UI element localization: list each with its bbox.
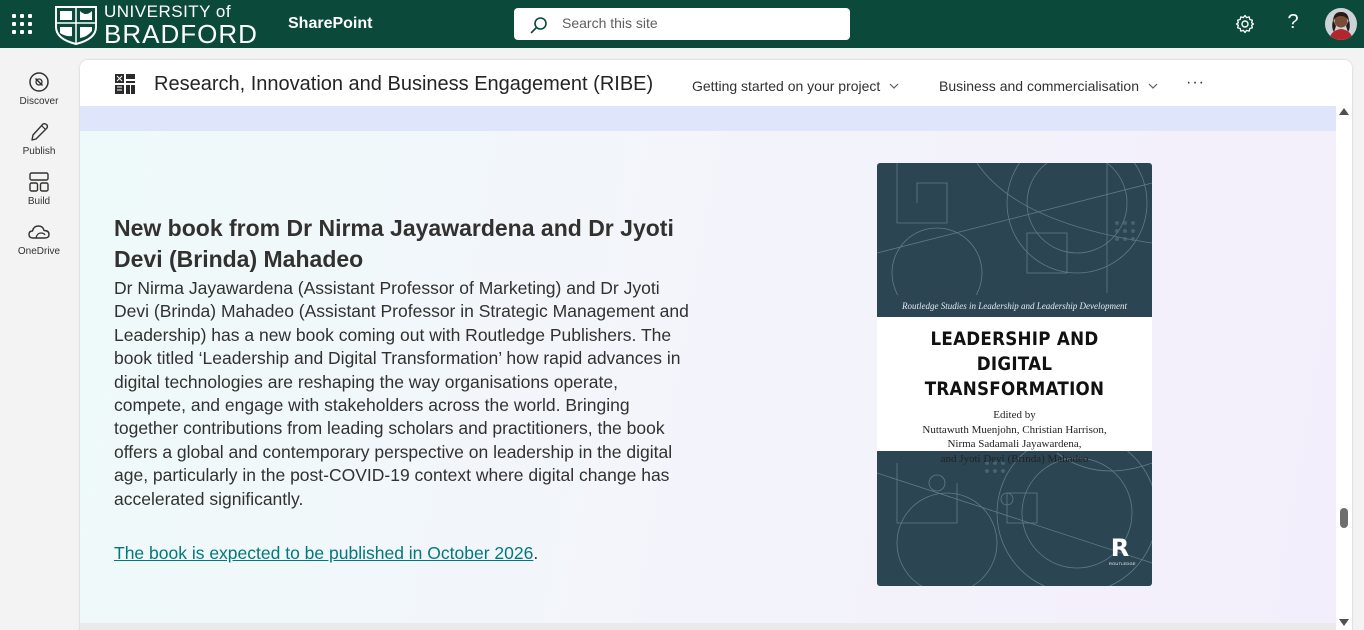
section-divider-bottom	[80, 623, 1336, 630]
book-edited-by: Edited by	[993, 409, 1036, 421]
pen-icon	[31, 122, 49, 141]
site-logo-icon[interactable]	[113, 72, 137, 96]
gear-icon[interactable]	[1235, 14, 1255, 34]
scrollbar-thumb[interactable]	[1340, 508, 1348, 528]
site-header: Research, Innovation and Business Engage…	[80, 60, 1352, 106]
appbar-label: Discover	[19, 96, 59, 107]
sharepoint-app-name[interactable]: SharePoint	[288, 15, 372, 33]
search-input[interactable]	[562, 15, 832, 31]
page-scrollbar[interactable]	[1336, 106, 1352, 630]
search-box[interactable]	[514, 8, 850, 40]
appbar-item-build[interactable]: Build	[0, 170, 78, 220]
app-bar: Discover Publish Build OneDrive	[0, 48, 78, 630]
nav-label: Getting started on your project	[692, 78, 881, 94]
book-editors-line1: Nuttawuth Muenjohn, Christian Harrison,	[922, 423, 1107, 436]
university-logo[interactable]: UNIVERSITY of BRADFORD	[54, 2, 258, 49]
section-divider	[80, 106, 1336, 131]
routledge-r-mark: R	[1110, 534, 1130, 562]
book-editors-line3: and Jyoti Devi (Brinda) Mahadeo	[940, 452, 1089, 465]
article-link-paragraph: The book is expected to be published in …	[114, 543, 538, 564]
logo-university-of: UNIVERSITY of	[104, 2, 232, 21]
suite-bar: UNIVERSITY of BRADFORD SharePoint ?	[0, 0, 1364, 48]
nav-business-commercialisation[interactable]: Business and commercialisation	[939, 78, 1159, 94]
article-title: New book from Dr Nirma Jayawardena and D…	[114, 215, 674, 272]
appbar-item-onedrive[interactable]: OneDrive	[0, 220, 78, 270]
appbar-item-publish[interactable]: Publish	[0, 120, 78, 170]
appbar-label: Build	[27, 196, 51, 207]
logo-bradford: BRADFORD	[104, 19, 258, 49]
layout-icon	[29, 172, 49, 192]
cloud-icon	[28, 225, 50, 239]
publication-date-link[interactable]: The book is expected to be published in …	[114, 543, 533, 563]
avatar[interactable]	[1325, 8, 1357, 40]
routledge-wordmark: ROUTLEDGE	[1109, 561, 1136, 566]
appbar-label: OneDrive	[17, 246, 61, 257]
compass-icon	[29, 72, 49, 92]
university-shield-icon	[55, 6, 97, 45]
chevron-down-icon	[1148, 83, 1158, 89]
book-title-panel: LEADERSHIP AND DIGITAL TRANSFORMATION Ed…	[877, 317, 1152, 465]
article-body: Dr Nirma Jayawardena (Assistant Professo…	[114, 278, 689, 509]
app-launcher-icon[interactable]	[12, 14, 32, 34]
site-title[interactable]: Research, Innovation and Business Engage…	[154, 73, 653, 96]
appbar-label: Publish	[22, 146, 56, 157]
article-section: New book from Dr Nirma Jayawardena and D…	[80, 131, 1336, 623]
nav-getting-started[interactable]: Getting started on your project	[692, 78, 900, 94]
nav-label: Business and commercialisation	[939, 78, 1139, 94]
chevron-down-icon	[889, 83, 899, 89]
appbar-item-discover[interactable]: Discover	[0, 70, 78, 120]
user-photo-icon	[1325, 8, 1357, 40]
search-icon	[530, 17, 547, 34]
book-editors-line2: Nirma Sadamali Jayawardena,	[947, 438, 1082, 450]
scroll-up-icon[interactable]	[1339, 108, 1349, 115]
scroll-down-icon[interactable]	[1339, 619, 1349, 626]
book-title-line2: TRANSFORMATION	[924, 378, 1105, 400]
book-cover-image: Routledge Studies in Leadership and Lead…	[877, 163, 1152, 586]
link-suffix: .	[533, 543, 539, 563]
book-series: Routledge Studies in Leadership and Lead…	[877, 295, 1152, 317]
question-icon[interactable]: ?	[1284, 11, 1302, 33]
routledge-logo: R ROUTLEDGE	[1109, 534, 1136, 571]
book-title-line1: LEADERSHIP AND DIGITAL	[930, 328, 1099, 375]
more-options-icon[interactable]: ···	[1186, 74, 1205, 92]
page-canvas: Research, Innovation and Business Engage…	[80, 60, 1352, 630]
